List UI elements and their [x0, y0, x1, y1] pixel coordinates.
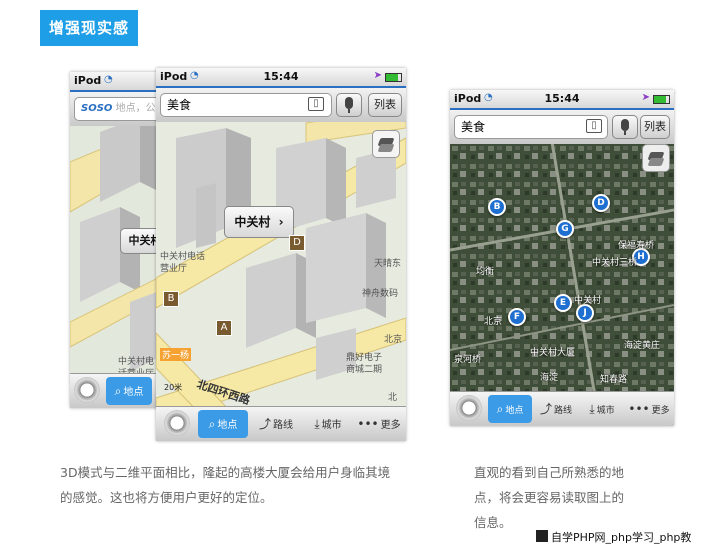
callout-label: 中关村	[234, 215, 271, 229]
microphone-icon	[621, 119, 629, 131]
list-button[interactable]: 列表	[368, 93, 402, 117]
search-icon: ⌕	[208, 417, 216, 431]
search-bar: 美食 ▯ 列表	[156, 88, 406, 122]
map-callout[interactable]: 中关村 ›	[224, 206, 294, 238]
tab-city[interactable]: ⤓ 城市	[304, 410, 352, 438]
more-dots-icon: •••	[628, 402, 650, 416]
location-arrow-icon: ➤	[373, 70, 382, 81]
microphone-icon	[345, 97, 353, 109]
bottom-toolbar: ⌕ 地点 ⤴ 路线 ⤓ 城市 ••• 更多	[156, 406, 406, 441]
search-value: 美食	[461, 120, 486, 134]
caption-left: 3D模式与二维平面相比，隆起的高楼大厦会给用户身临其境 的感觉。这也将方便用户更…	[60, 460, 450, 510]
layers-button[interactable]	[642, 144, 670, 172]
bottom-toolbar: ⌕ 地点 ⤴ 路线 ⤓ 城市 ••• 更多	[450, 391, 674, 426]
battery-icon	[653, 95, 670, 104]
tab-search[interactable]: ⌕ 地点	[106, 377, 152, 405]
search-icon: ⌕	[114, 384, 122, 398]
battery-icon	[385, 73, 402, 82]
search-bar: 美食 ▯ 列表	[450, 110, 674, 144]
poi-pin[interactable]: G	[556, 220, 574, 238]
map-label: 苏一杨	[160, 348, 192, 361]
list-button[interactable]: 列表	[640, 115, 670, 139]
download-icon: ⤓	[314, 417, 320, 431]
status-bar: iPod ◔ 15:44 ➤	[450, 90, 674, 110]
map-label: 泉河桥	[454, 355, 482, 365]
map-label: 北京	[484, 317, 503, 327]
map-label: 知春路	[600, 375, 628, 385]
phone-satellite-map: iPod ◔ 15:44 ➤ 美食 ▯ 列表 B D G H F E J 保福寿…	[450, 90, 674, 426]
bookmark-book-icon[interactable]: ▯	[586, 119, 602, 133]
voice-search-button[interactable]	[336, 93, 362, 117]
caption-line: 直观的看到自己所熟悉的地	[474, 465, 625, 480]
clock-label: 15:44	[544, 92, 580, 105]
voice-search-button[interactable]	[612, 115, 638, 139]
tab-search[interactable]: ⌕ 地点	[198, 410, 248, 438]
map-label: 海淀	[540, 373, 559, 383]
soso-logo: SOSO	[81, 103, 113, 114]
scale-label: 20米	[164, 383, 183, 392]
search-icon: ⌕	[496, 402, 504, 416]
caption-line: 3D模式与二维平面相比，隆起的高楼大厦会给用户身临其境	[60, 465, 391, 480]
poi-marker[interactable]: D	[289, 235, 305, 251]
status-bar: iPod ◔ 15:44 ➤	[156, 68, 406, 88]
poi-pin[interactable]: B	[488, 198, 506, 216]
poi-marker[interactable]: A	[216, 320, 232, 336]
carrier-label: iPod	[74, 74, 102, 87]
locate-compass-icon[interactable]	[74, 377, 100, 403]
map-label: 神舟数码	[362, 289, 399, 299]
location-arrow-icon: ➤	[641, 92, 650, 103]
map-label: 海淀黄庄	[624, 341, 661, 351]
phone-front-3d-map: iPod ◔ 15:44 ➤ 美食 ▯ 列表 中关村 › D B A 中关村电话…	[156, 68, 406, 441]
tab-route[interactable]: ⤴ 路线	[252, 410, 300, 438]
search-input[interactable]: 美食	[454, 115, 608, 139]
locate-compass-icon[interactable]	[164, 410, 190, 436]
search-placeholder: 地点，公	[115, 103, 156, 114]
tab-more[interactable]: ••• 更多	[354, 410, 404, 438]
map-label: 北	[388, 393, 398, 403]
bookmark-book-icon[interactable]: ▯	[308, 97, 324, 111]
caption-line: 点，将会更容易读取图上的	[474, 490, 625, 505]
tab-search[interactable]: ⌕ 地点	[488, 395, 532, 423]
caption-line: 的感觉。这也将方便用户更好的定位。	[60, 490, 273, 505]
section-title: 增强现实感	[40, 10, 138, 46]
tab-city[interactable]: ⤓ 城市	[580, 395, 624, 423]
site-watermark: 自学PHP网_php学习_php教	[532, 528, 720, 548]
map-label: 中关村三桥	[592, 258, 638, 268]
map-label: 天晴东	[374, 259, 402, 269]
search-input[interactable]: 美食	[160, 93, 332, 117]
download-icon: ⤓	[589, 402, 595, 416]
tab-more[interactable]: ••• 更多	[626, 395, 672, 423]
map-label: 中关村大厦	[530, 348, 576, 358]
map-label: 保福寿桥	[618, 241, 655, 251]
route-icon: ⤴	[539, 402, 552, 416]
poi-marker[interactable]: B	[163, 291, 179, 307]
wifi-icon: ◔	[104, 74, 113, 85]
tab-route[interactable]: ⤴ 路线	[534, 395, 578, 423]
layers-button[interactable]	[372, 130, 400, 158]
poi-pin[interactable]: J	[576, 304, 594, 322]
poi-pin[interactable]: D	[592, 194, 610, 212]
site-logo-icon	[536, 530, 548, 542]
poi-pin[interactable]: F	[508, 308, 526, 326]
search-value: 美食	[167, 98, 192, 112]
map-label: 北京	[384, 335, 403, 345]
chevron-right-icon: ›	[278, 215, 284, 229]
caption-right: 直观的看到自己所熟悉的地 点，将会更容易读取图上的 信息。	[474, 460, 674, 535]
route-icon: ⤴	[258, 417, 271, 431]
map-label: 均衡	[476, 267, 495, 277]
poi-pin[interactable]: E	[554, 294, 572, 312]
map-label: 营业厅	[160, 264, 188, 274]
more-dots-icon: •••	[357, 417, 379, 431]
map-label: 商城二期	[346, 365, 383, 375]
locate-compass-icon[interactable]	[456, 395, 482, 421]
map-label: 中关村	[574, 296, 602, 306]
clock-label: 15:44	[263, 70, 299, 83]
